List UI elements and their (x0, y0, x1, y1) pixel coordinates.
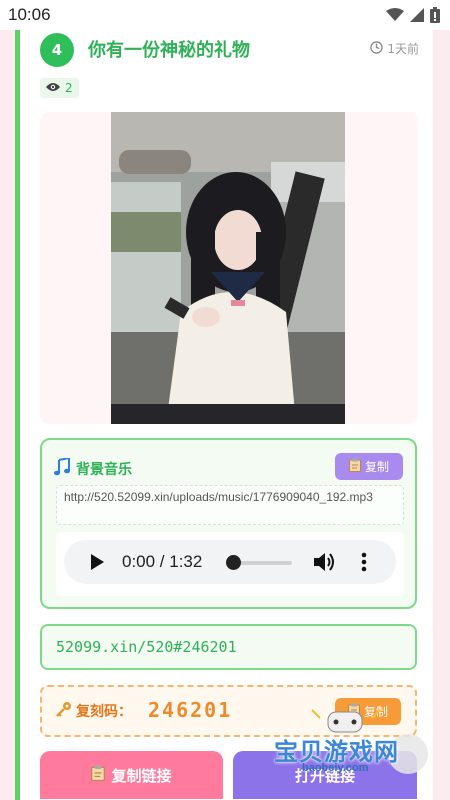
status-time: 10:06 (8, 5, 51, 24)
signal-icon (410, 8, 424, 22)
gift-card: 4 你有一份神秘的礼物 1天前 2 背景音乐 复制 http://520.520… (15, 30, 433, 800)
music-title-text: 背景音乐 (76, 462, 132, 478)
player-time: 0:00 / 1:32 (122, 552, 203, 571)
key-icon (56, 701, 72, 721)
copy-music-label: 复制 (364, 460, 389, 474)
views-badge: 2 (40, 78, 79, 98)
clipboard-icon (91, 765, 106, 785)
copy-music-url-button[interactable]: 复制 (335, 453, 403, 480)
volume-icon[interactable] (314, 552, 336, 576)
views-count: 2 (65, 81, 73, 95)
music-title: 背景音乐 (54, 456, 132, 480)
code-value: 246201 (148, 698, 233, 722)
clock-icon (370, 40, 384, 57)
music-note-icon (54, 456, 70, 480)
more-options-icon[interactable] (361, 552, 367, 576)
code-label-text: 复刻码： (76, 704, 132, 720)
index-badge: 4 (40, 33, 74, 67)
battery-icon (430, 7, 440, 23)
gift-photo[interactable] (111, 112, 345, 424)
copy-link-button[interactable]: 复制链接 (40, 751, 223, 799)
time-ago: 1天前 (370, 40, 419, 57)
watermark-logo: 宝贝游戏网 baobeiy.com (272, 706, 432, 782)
play-icon[interactable] (90, 554, 104, 574)
music-url: http://520.52099.xin/uploads/music/17769… (56, 485, 404, 525)
progress-track[interactable] (234, 561, 292, 565)
eye-icon (46, 81, 60, 95)
watermark-subtext: baobeiy.com (302, 762, 369, 774)
copy-link-label: 复制链接 (111, 766, 172, 785)
progress-thumb[interactable] (226, 555, 241, 570)
status-bar: 10:06 (0, 0, 450, 30)
music-section: 背景音乐 复制 http://520.52099.xin/uploads/mus… (40, 438, 417, 609)
audio-player: 0:00 / 1:32 (64, 540, 396, 584)
clipboard-icon (348, 458, 361, 475)
share-link[interactable]: 52099.xin/520#246201 (40, 624, 417, 670)
code-label: 复刻码： (56, 701, 132, 721)
time-ago-text: 1天前 (387, 42, 419, 56)
status-icons (386, 7, 440, 23)
card-title: 你有一份神秘的礼物 (88, 40, 250, 61)
wifi-icon (386, 8, 404, 22)
photo-container (40, 112, 418, 424)
audio-player-wrap: 0:00 / 1:32 (56, 532, 404, 596)
